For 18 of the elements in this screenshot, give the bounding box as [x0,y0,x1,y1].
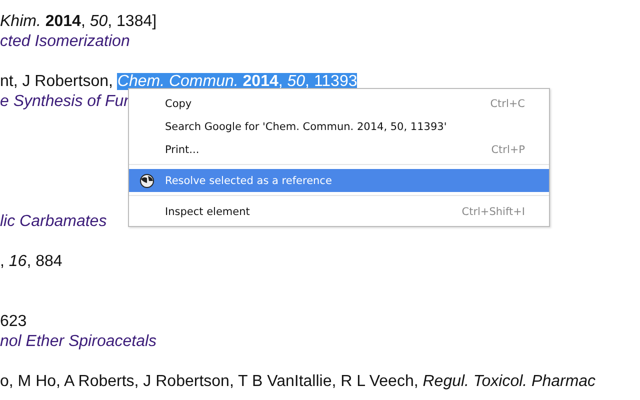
reference-citation: nt, J Robertson, [0,73,114,90]
reference-title: nol Ether Spiroacetals [0,333,157,350]
shortcut-label: Ctrl+P [491,144,526,156]
menu-item[interactable]: Resolve selected as a reference [129,169,549,192]
reference-citation: o, M Ho, A Roberts, J Robertson, T B VanItallie, R L Veech, Regul. Toxicol. Pharmac [0,373,596,390]
reference-title: cted Isomerization [0,33,130,50]
menu-item[interactable]: Search Google for 'Chem. Commun. 2014, 50, 11393' [129,115,549,138]
reference-title: e Synthesis of Fur [0,93,129,110]
shortcut-label: Ctrl+C [490,98,526,110]
menu-item[interactable]: Inspect element Ctrl+Shift+I [129,200,549,223]
reference-citation: , 16, 884 [0,253,62,270]
shortcut-label: Ctrl+Shift+I [462,206,526,218]
reference-citation: 623 [0,313,27,330]
reference-citation: Khim. 2014, 50, 1384] [0,13,157,30]
ball-icon [140,174,154,188]
menu-item[interactable]: Copy Ctrl+C [129,92,549,115]
reference-title: lic Carbamates [0,213,107,230]
menu-item[interactable]: Print... Ctrl+P [129,138,549,161]
